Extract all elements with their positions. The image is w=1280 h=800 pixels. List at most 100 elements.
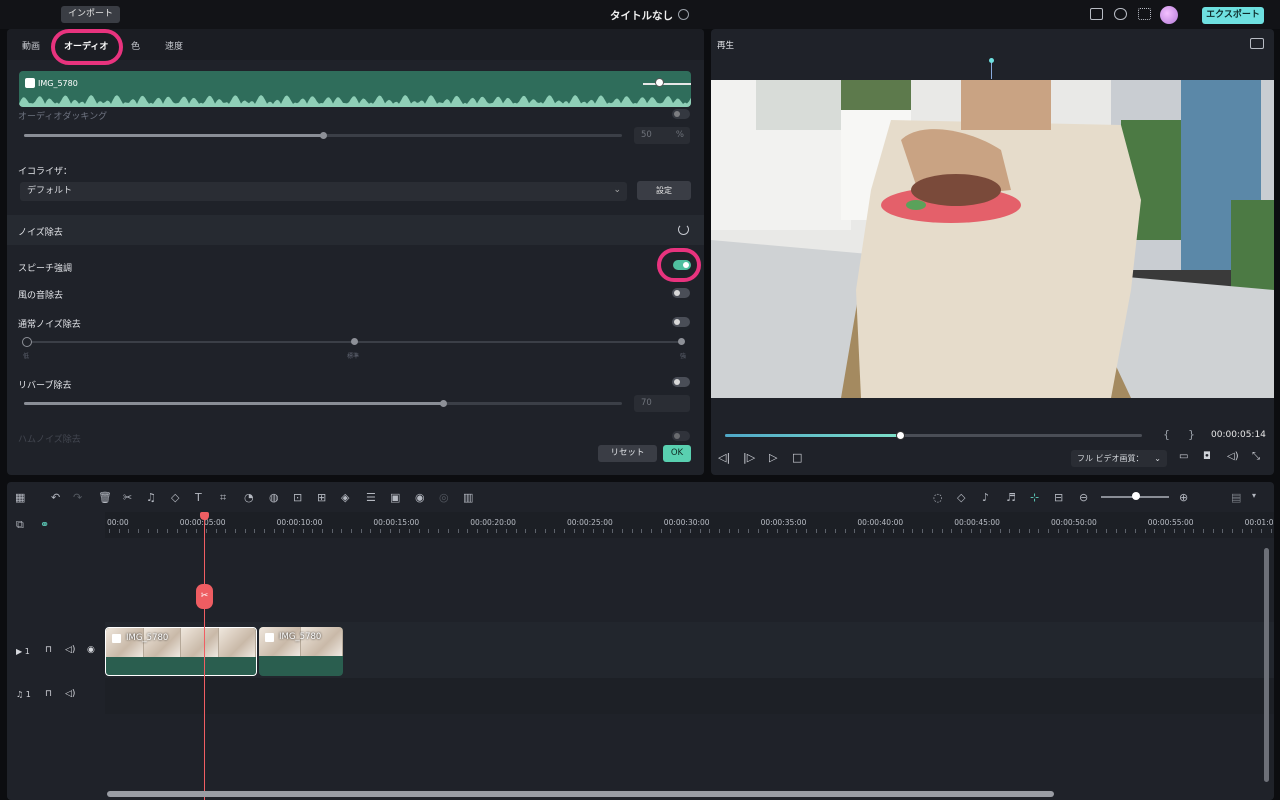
playhead-handle[interactable] — [200, 512, 209, 520]
video-clip[interactable]: IMG_5780 — [259, 627, 343, 676]
wind-removal-toggle[interactable] — [672, 288, 690, 298]
tab-color[interactable]: 色 — [131, 39, 140, 52]
video-clip-icon — [112, 634, 121, 643]
crop-icon[interactable]: ⌗ — [220, 491, 226, 505]
zoom-knob[interactable] — [1132, 492, 1140, 500]
audio-split-icon[interactable]: ♫ — [146, 491, 156, 504]
volume-icon[interactable]: ◁) — [1227, 451, 1239, 462]
reverb-value-field[interactable]: 70 — [634, 395, 690, 412]
ok-button[interactable]: OK — [663, 445, 691, 462]
tab-speed[interactable]: 速度 — [165, 39, 183, 52]
rotate-handle[interactable] — [991, 61, 992, 79]
ducking-toggle[interactable] — [672, 109, 690, 119]
music-icon[interactable]: ♬ — [1006, 491, 1016, 504]
video-preview[interactable] — [711, 80, 1274, 398]
mute-icon[interactable]: ◁) — [65, 645, 75, 655]
video-clip[interactable]: IMG_5780 — [105, 627, 257, 676]
playback-scrubber[interactable] — [725, 431, 1142, 440]
tag-icon[interactable]: ◇ — [171, 491, 179, 504]
tab-video[interactable]: 動画 — [22, 39, 40, 52]
track-height-icon[interactable]: ▤ — [1231, 491, 1241, 504]
noise-level-knob[interactable] — [22, 337, 32, 347]
avatar[interactable] — [1160, 6, 1178, 24]
player-panel: 再生 { } 00:00:05:14 ◁| |▷ ▷ □ フル ビデオ画質： ⌄… — [711, 29, 1274, 475]
ducking-value-field[interactable]: 50% — [634, 127, 690, 144]
clip-volume-knob[interactable] — [655, 78, 664, 87]
fit-icon[interactable]: ⊟ — [1054, 491, 1063, 504]
project-title[interactable]: タイトルなし — [610, 8, 673, 23]
hum-removal-toggle[interactable] — [672, 431, 690, 441]
scope-icon[interactable] — [1250, 38, 1264, 49]
snap-icon[interactable]: ⊹ — [1030, 491, 1039, 504]
ruler-tick — [1183, 529, 1185, 533]
lock-icon[interactable]: ⊓ — [45, 689, 52, 699]
reverb-slider-knob[interactable] — [440, 400, 447, 407]
color-icon[interactable]: ◍ — [269, 491, 279, 504]
clip-volume-slider[interactable] — [643, 83, 691, 85]
reverb-slider[interactable] — [24, 400, 622, 407]
zoom-in-icon[interactable]: ⊕ — [1179, 491, 1188, 504]
ducking-slider-knob[interactable] — [320, 132, 327, 139]
ducking-slider[interactable] — [24, 132, 622, 139]
speech-icon[interactable]: ◎ — [439, 491, 449, 504]
mic-icon[interactable]: ♪ — [982, 491, 989, 504]
vertical-scrollbar[interactable] — [1264, 548, 1269, 782]
mute-icon[interactable]: ◁) — [65, 689, 75, 699]
export-button[interactable]: エクスポート — [1202, 7, 1264, 24]
play-icon[interactable]: ▷ — [769, 451, 777, 464]
scissor-icon[interactable]: ✂ — [196, 584, 213, 609]
trim-icon[interactable]: ▣ — [390, 491, 400, 504]
playhead[interactable] — [204, 512, 205, 800]
fullscreen-icon[interactable]: ⤡ — [1252, 451, 1260, 462]
ruler-tick — [844, 529, 846, 533]
speed-icon[interactable]: ◔ — [244, 491, 254, 504]
normal-noise-toggle[interactable] — [672, 317, 690, 327]
scrubber-knob[interactable] — [896, 431, 905, 440]
reset-icon[interactable] — [678, 224, 689, 235]
render-icon[interactable]: ◌ — [933, 491, 943, 504]
lock-icon[interactable]: ⊓ — [45, 645, 52, 655]
text-icon[interactable]: T — [195, 491, 202, 504]
link-icon[interactable]: ⚭ — [40, 518, 49, 531]
eye-icon[interactable]: ◉ — [87, 645, 95, 655]
apps-grid-icon[interactable] — [1138, 8, 1151, 20]
reverb-value: 70 — [641, 398, 652, 408]
camera-icon[interactable]: ◘ — [1203, 451, 1211, 462]
reset-button[interactable]: リセット — [598, 445, 657, 462]
chevron-down-icon[interactable]: ▾ — [1252, 491, 1256, 500]
cloud-icon[interactable] — [1114, 8, 1127, 20]
previous-frame-icon[interactable]: ◁| — [718, 451, 730, 464]
split-icon[interactable]: ✂ — [123, 491, 132, 504]
add-track-icon[interactable]: ⧉ — [16, 518, 24, 532]
display-icon[interactable]: ▭ — [1179, 451, 1188, 462]
noise-level-slider[interactable] — [22, 337, 685, 347]
mask-icon[interactable]: ◈ — [341, 491, 349, 504]
stabilize-icon[interactable]: ◉ — [415, 491, 425, 504]
horizontal-scrollbar[interactable] — [107, 791, 1054, 797]
video-frame-image — [711, 80, 1274, 398]
mark-out-button[interactable]: } — [1188, 428, 1195, 441]
next-frame-icon[interactable]: |▷ — [743, 451, 755, 464]
stop-icon[interactable]: □ — [792, 451, 802, 464]
ruler-tick — [409, 529, 411, 533]
adjust-icon[interactable]: ☰ — [366, 491, 376, 504]
redo-icon[interactable]: ↷ — [73, 491, 82, 504]
reverb-toggle[interactable] — [672, 377, 690, 387]
waveform-icon[interactable]: ▥ — [463, 491, 473, 504]
equalizer-select[interactable]: デフォルト ⌄ — [20, 182, 627, 201]
rotate-handle-dot[interactable] — [989, 58, 994, 63]
shield-icon[interactable]: ◇ — [957, 491, 965, 504]
ai-icon[interactable]: ⊞ — [317, 491, 326, 504]
ruler-tick — [176, 529, 178, 533]
layout-grid-icon[interactable]: ▦ — [15, 491, 25, 504]
time-ruler[interactable]: 00:00 00:00:05:00 00:00:10:00 00:00:15:00 00… — [105, 512, 1274, 538]
delete-icon[interactable]: 🗑 — [98, 491, 112, 504]
equalizer-settings-button[interactable]: 設定 — [637, 181, 691, 200]
undo-icon[interactable]: ↶ — [51, 491, 60, 504]
motion-icon[interactable]: ⊡ — [293, 491, 302, 504]
ruler-tick — [786, 529, 788, 533]
zoom-out-icon[interactable]: ⊖ — [1079, 491, 1088, 504]
layout-icon[interactable] — [1090, 8, 1103, 20]
quality-select[interactable]: フル ビデオ画質： ⌄ — [1071, 450, 1167, 467]
mark-in-button[interactable]: { — [1163, 428, 1170, 441]
